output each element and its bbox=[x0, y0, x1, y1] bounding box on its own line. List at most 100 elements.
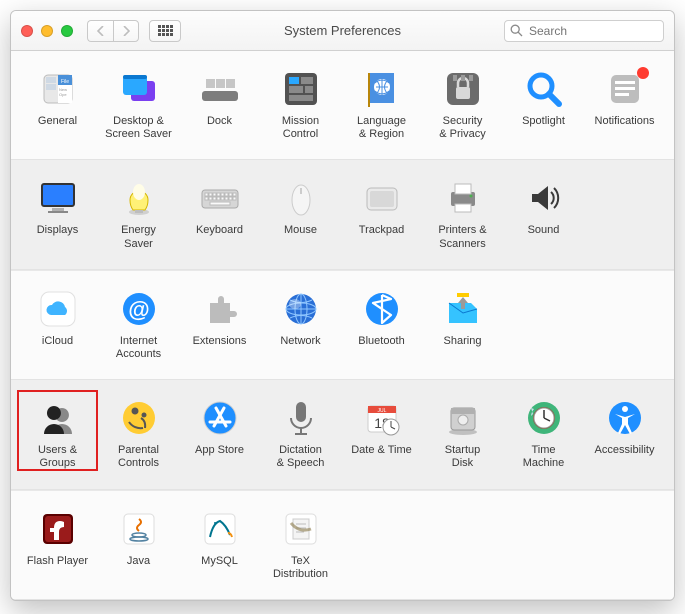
pref-label: Parental Controls bbox=[118, 444, 159, 470]
pref-row-4: Flash Player Java MySQLTeX Distribution bbox=[11, 490, 674, 600]
pref-mission[interactable]: Mission Control bbox=[260, 61, 341, 141]
pref-displays[interactable]: Displays bbox=[17, 170, 98, 250]
svg-text:File: File bbox=[60, 79, 68, 85]
search-input[interactable] bbox=[504, 20, 664, 42]
icloud-icon bbox=[38, 289, 78, 329]
pref-label: Notifications bbox=[595, 115, 655, 141]
pref-label: Sound bbox=[528, 224, 560, 250]
pref-label: Startup Disk bbox=[445, 444, 480, 470]
pref-spotlight[interactable]: Spotlight bbox=[503, 61, 584, 141]
dictation-icon bbox=[281, 398, 321, 438]
sound-icon bbox=[524, 178, 564, 218]
language-icon bbox=[362, 69, 402, 109]
pref-label: Bluetooth bbox=[358, 335, 404, 361]
pref-network[interactable]: Network bbox=[260, 281, 341, 361]
pref-label: iCloud bbox=[42, 335, 73, 361]
pref-parental[interactable]: Parental Controls bbox=[98, 390, 179, 470]
pref-extensions[interactable]: Extensions bbox=[179, 281, 260, 361]
svg-text:JUL: JUL bbox=[377, 408, 386, 414]
pref-language[interactable]: Language & Region bbox=[341, 61, 422, 141]
pref-users[interactable]: Users & Groups bbox=[17, 390, 98, 470]
pref-label: App Store bbox=[195, 444, 244, 470]
close-icon[interactable] bbox=[21, 25, 33, 37]
pref-tex[interactable]: TeX Distribution bbox=[260, 501, 341, 581]
mysql-icon bbox=[200, 509, 240, 549]
pref-printers[interactable]: Printers & Scanners bbox=[422, 170, 503, 250]
pref-sound[interactable]: Sound bbox=[503, 170, 584, 250]
show-all-button[interactable] bbox=[149, 20, 181, 42]
nav-buttons bbox=[87, 20, 139, 42]
pref-label: Displays bbox=[37, 224, 79, 250]
pref-label: Sharing bbox=[444, 335, 482, 361]
accessibility-icon bbox=[605, 398, 645, 438]
pref-row-1: Displays Energy Saver Keyboard Mouse Trackpa… bbox=[11, 160, 674, 269]
pref-label: Java bbox=[127, 555, 150, 581]
pref-energy[interactable]: Energy Saver bbox=[98, 170, 179, 250]
pref-icloud[interactable]: iCloud bbox=[17, 281, 98, 361]
pref-label: Trackpad bbox=[359, 224, 404, 250]
back-button[interactable] bbox=[87, 20, 113, 42]
pref-mysql[interactable]: MySQL bbox=[179, 501, 260, 581]
pref-row-0: FileNewOpeGeneral Desktop & Screen Saver D… bbox=[11, 51, 674, 160]
network-icon bbox=[281, 289, 321, 329]
sharing-icon bbox=[443, 289, 483, 329]
pref-label: Users & Groups bbox=[38, 444, 77, 470]
minimize-icon[interactable] bbox=[41, 25, 53, 37]
pref-datetime[interactable]: JUL18 Date & Time bbox=[341, 390, 422, 470]
pref-label: Energy Saver bbox=[121, 224, 156, 250]
pref-label: Mission Control bbox=[282, 115, 319, 141]
pref-label: Accessibility bbox=[595, 444, 655, 470]
pref-sharing[interactable]: Sharing bbox=[422, 281, 503, 361]
pref-startup[interactable]: Startup Disk bbox=[422, 390, 503, 470]
tex-icon bbox=[281, 509, 321, 549]
pref-timemachine[interactable]: Time Machine bbox=[503, 390, 584, 470]
pref-accessibility[interactable]: Accessibility bbox=[584, 390, 665, 470]
pref-appstore[interactable]: App Store bbox=[179, 390, 260, 470]
pref-dock[interactable]: Dock bbox=[179, 61, 260, 141]
datetime-icon: JUL18 bbox=[362, 398, 402, 438]
java-icon bbox=[119, 509, 159, 549]
dock-icon bbox=[200, 69, 240, 109]
grid-icon bbox=[158, 25, 173, 36]
forward-button[interactable] bbox=[113, 20, 139, 42]
startup-icon bbox=[443, 398, 483, 438]
pref-label: Date & Time bbox=[351, 444, 412, 470]
pref-label: Dock bbox=[207, 115, 232, 141]
timemachine-icon bbox=[524, 398, 564, 438]
pref-internet[interactable]: @ Internet Accounts bbox=[98, 281, 179, 361]
pref-row-2: iCloud @ Internet Accounts Extensions Networ… bbox=[11, 270, 674, 380]
printers-icon bbox=[443, 178, 483, 218]
pref-dictation[interactable]: Dictation & Speech bbox=[260, 390, 341, 470]
pref-desktop[interactable]: Desktop & Screen Saver bbox=[98, 61, 179, 141]
pref-label: Printers & Scanners bbox=[438, 224, 486, 250]
pref-label: Time Machine bbox=[523, 444, 565, 470]
trackpad-icon bbox=[362, 178, 402, 218]
pref-label: Network bbox=[280, 335, 320, 361]
notifications-icon bbox=[605, 69, 645, 109]
pref-label: Mouse bbox=[284, 224, 317, 250]
desktop-icon bbox=[119, 69, 159, 109]
pref-label: Extensions bbox=[193, 335, 247, 361]
pref-keyboard[interactable]: Keyboard bbox=[179, 170, 260, 250]
pref-label: Spotlight bbox=[522, 115, 565, 141]
displays-icon bbox=[38, 178, 78, 218]
pref-trackpad[interactable]: Trackpad bbox=[341, 170, 422, 250]
keyboard-icon bbox=[200, 178, 240, 218]
pref-label: Internet Accounts bbox=[116, 335, 161, 361]
pref-bluetooth[interactable]: Bluetooth bbox=[341, 281, 422, 361]
pref-notifications[interactable]: Notifications bbox=[584, 61, 665, 141]
energy-icon bbox=[119, 178, 159, 218]
svg-text:Ope: Ope bbox=[59, 92, 67, 97]
users-icon bbox=[38, 398, 78, 438]
pref-general[interactable]: FileNewOpeGeneral bbox=[17, 61, 98, 141]
flash-icon bbox=[38, 509, 78, 549]
zoom-icon[interactable] bbox=[61, 25, 73, 37]
titlebar: System Preferences bbox=[11, 11, 674, 51]
pref-security[interactable]: Security & Privacy bbox=[422, 61, 503, 141]
pref-flash[interactable]: Flash Player bbox=[17, 501, 98, 581]
pref-java[interactable]: Java bbox=[98, 501, 179, 581]
pref-mouse[interactable]: Mouse bbox=[260, 170, 341, 250]
pref-label: Desktop & Screen Saver bbox=[105, 115, 172, 141]
internet-icon: @ bbox=[119, 289, 159, 329]
pref-label: Security & Privacy bbox=[439, 115, 485, 141]
